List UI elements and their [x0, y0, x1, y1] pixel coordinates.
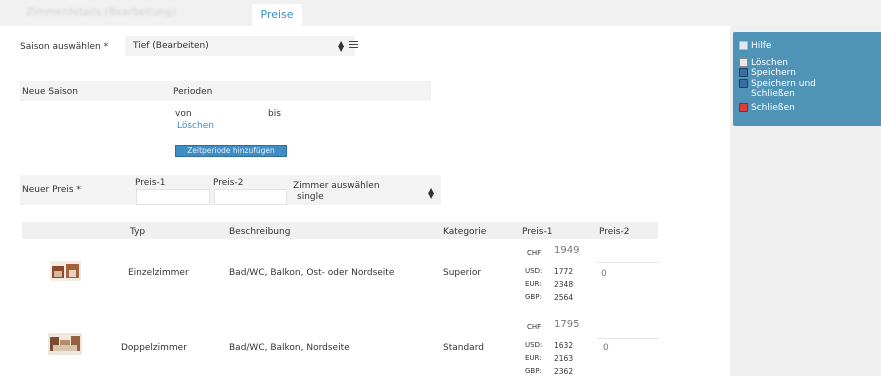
room-thumbnail[interactable]: [50, 261, 81, 281]
row-description: Bad/WC, Balkon, Ost- oder Nordseite: [229, 268, 395, 278]
list-icon[interactable]: [349, 40, 358, 50]
save-label: Speichern: [751, 68, 796, 78]
select-arrows-icon: ▲ ▼: [338, 39, 345, 53]
column-price1: Preis-1: [522, 227, 553, 237]
delete-action[interactable]: Löschen: [739, 58, 788, 68]
eur-value: 2348: [554, 280, 574, 289]
room-thumbnail[interactable]: [48, 333, 82, 355]
price1-input[interactable]: [136, 189, 210, 205]
periods-label: Perioden: [173, 87, 213, 97]
room-select-label: Zimmer auswählen: [293, 181, 380, 191]
gbp-value: 2362: [554, 367, 574, 376]
chf-label: CHF: [527, 323, 542, 331]
eur-label: EUR:: [525, 354, 542, 362]
table-header: [22, 222, 658, 239]
delete-period-link[interactable]: Löschen: [177, 121, 214, 131]
close-icon: [739, 103, 748, 112]
price2-value[interactable]: 0: [601, 269, 607, 279]
row-type: Einzelzimmer: [128, 268, 189, 278]
add-period-button[interactable]: Zeitperiode hinzufügen: [175, 145, 287, 157]
price2-input[interactable]: [214, 189, 287, 205]
save-close-action[interactable]: Speichern und Schließen: [739, 79, 831, 99]
save-icon: [739, 68, 748, 77]
chf-value: 1949: [554, 245, 580, 256]
season-label: Saison auswählen *: [20, 42, 109, 52]
room-select-arrows-icon: ▲ ▼: [428, 186, 435, 200]
row-description: Bad/WC, Balkon, Nordseite: [229, 343, 350, 353]
chf-label: CHF: [527, 249, 542, 257]
gbp-label: GBP:: [525, 367, 542, 375]
season-select[interactable]: Tief (Bearbeiten): [125, 36, 355, 56]
usd-value: 1772: [554, 267, 574, 276]
row-type: Doppelzimmer: [121, 343, 187, 353]
close-label: Schließen: [751, 103, 795, 113]
help-link[interactable]: Hilfe: [739, 41, 771, 51]
delete-label: Löschen: [751, 58, 788, 68]
save-close-icon: [739, 79, 748, 88]
usd-label: USD:: [525, 267, 543, 275]
new-season-row: [20, 81, 431, 101]
new-season-label: Neue Saison: [22, 87, 78, 97]
row-category: Superior: [443, 268, 482, 278]
price2-input-border: [597, 338, 659, 339]
new-price-label: Neuer Preis *: [22, 185, 81, 195]
price1-label: Preis-1: [135, 178, 166, 188]
save-close-label: Speichern und Schließen: [751, 79, 816, 99]
close-action[interactable]: Schließen: [739, 103, 795, 113]
help-label: Hilfe: [751, 41, 772, 51]
help-icon: [739, 41, 748, 50]
column-description: Beschreibung: [229, 227, 291, 237]
price2-label: Preis-2: [213, 178, 244, 188]
to-label: bis: [268, 109, 281, 119]
tab-prices[interactable]: Preise: [252, 4, 302, 26]
usd-label: USD:: [525, 341, 543, 349]
gbp-value: 2564: [554, 293, 574, 302]
price2-input-border: [597, 262, 659, 263]
tab-room-details[interactable]: Zimmerdetails (Bearbeitung): [26, 7, 176, 18]
eur-value: 2163: [554, 354, 574, 363]
chf-value: 1795: [554, 319, 580, 330]
column-price2: Preis-2: [599, 227, 630, 237]
price2-value[interactable]: 0: [603, 343, 609, 353]
row-category: Standard: [443, 343, 484, 353]
trash-icon: [739, 58, 748, 67]
from-label: von: [175, 109, 192, 119]
save-action[interactable]: Speichern: [739, 68, 796, 78]
column-category: Kategorie: [443, 227, 487, 237]
column-type: Typ: [130, 227, 146, 237]
eur-label: EUR:: [525, 280, 542, 288]
usd-value: 1632: [554, 341, 574, 350]
gbp-label: GBP:: [525, 293, 542, 301]
room-select[interactable]: single: [297, 192, 324, 202]
action-menu: Hilfe Löschen Speichern Speichern und Sc…: [733, 32, 881, 126]
